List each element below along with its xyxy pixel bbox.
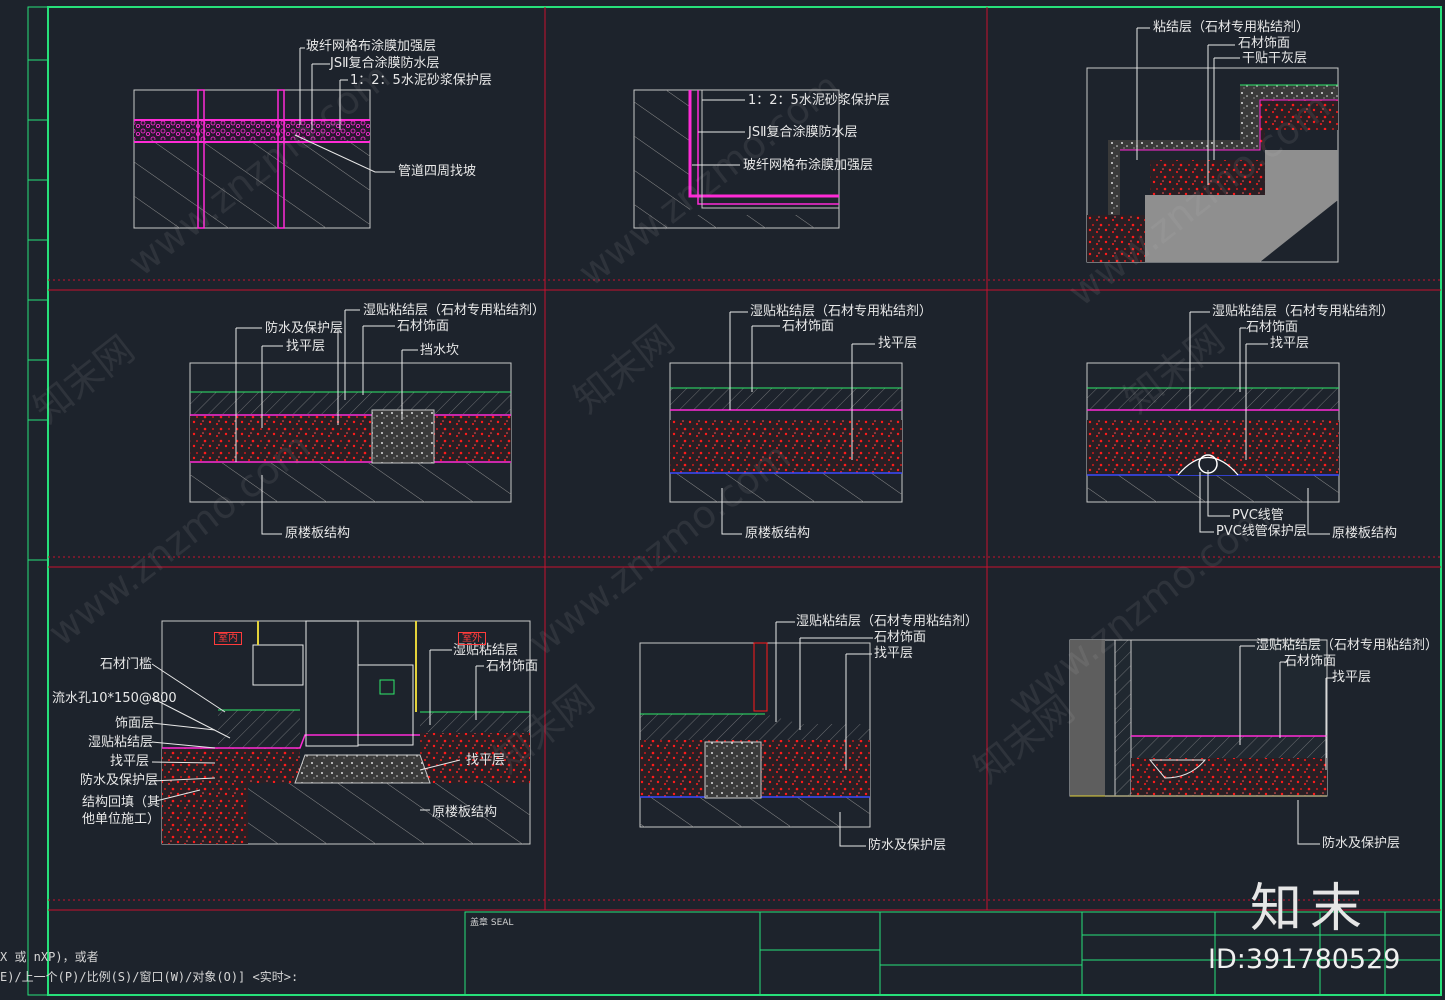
d7-label-12: 原楼板结构 <box>432 805 498 820</box>
d2-label-2: JSⅡ复合涂膜防水层 <box>748 125 858 140</box>
d6-label-2: 石材饰面 <box>1246 320 1299 335</box>
d4-label-3: 防水及保护层 <box>265 321 344 336</box>
d5-label-2: 石材饰面 <box>782 319 835 334</box>
d6-label-6: 原楼板结构 <box>1332 526 1398 541</box>
title-block-seal: 盖章 SEAL <box>470 918 514 928</box>
detail-8-wall-base[interactable] <box>639 642 871 828</box>
d7-label-9: 结构回填（其 <box>82 795 161 810</box>
d7-label-10: 他单位施工） <box>82 812 161 827</box>
d9-label-1: 湿贴粘结层（石材专用粘结剂） <box>1256 638 1439 653</box>
d4-label-5: 挡水坎 <box>420 343 460 358</box>
d7-label-11: 找平层 <box>466 753 506 768</box>
d4-label-1: 湿贴粘结层（石材专用粘结剂） <box>363 303 546 318</box>
d6-label-1: 湿贴粘结层（石材专用粘结剂） <box>1212 304 1395 319</box>
command-line-history: X 或 nXP)，或者 <box>0 950 99 964</box>
d7-label-7: 找平层 <box>110 754 150 769</box>
d7-label-4: 流水孔10*150@800 <box>52 691 177 706</box>
command-line-prompt[interactable]: E)/上一个(P)/比例(S)/窗口(W)/对象(O)] <实时>: <box>0 968 298 985</box>
d6-label-3: 找平层 <box>1270 336 1310 351</box>
d7-label-1: 湿贴粘结层 <box>453 643 519 658</box>
d8-label-4: 防水及保护层 <box>868 838 947 853</box>
d5-label-4: 原楼板结构 <box>745 526 811 541</box>
d2-label-1: 1：2：5水泥砂浆保护层 <box>748 93 890 108</box>
d7-label-3: 石材门槛 <box>100 657 153 672</box>
d5-label-3: 找平层 <box>878 336 918 351</box>
d3-label-1: 粘结层（石材专用粘结剂） <box>1153 20 1310 35</box>
d3-label-2: 石材饰面 <box>1238 36 1291 51</box>
d9-label-4: 防水及保护层 <box>1322 836 1401 851</box>
d7-label-5: 饰面层 <box>115 716 155 731</box>
d8-label-2: 石材饰面 <box>874 630 927 645</box>
d1-label-4: 管道四周找坡 <box>398 164 477 179</box>
d8-label-3: 找平层 <box>874 646 914 661</box>
d9-label-2: 石材饰面 <box>1284 654 1337 669</box>
d7-label-2: 石材饰面 <box>486 659 539 674</box>
d7-tag-outdoor: 室外 <box>458 632 486 645</box>
d4-label-2: 石材饰面 <box>397 319 450 334</box>
d7-tag-indoor: 室内 <box>214 632 242 645</box>
d7-label-8: 防水及保护层 <box>80 773 159 788</box>
d8-label-1: 湿贴粘结层（石材专用粘结剂） <box>796 614 979 629</box>
d9-label-3: 找平层 <box>1332 670 1372 685</box>
d2-label-3: 玻纤网格布涂膜加强层 <box>743 158 874 173</box>
brand-watermark: 知末 <box>1250 879 1371 939</box>
left-margin-ticks <box>28 59 48 561</box>
left-margin-strip <box>27 6 49 996</box>
d4-label-4: 找平层 <box>286 339 326 354</box>
d6-label-4: PVC线管 <box>1232 508 1284 523</box>
d7-label-6: 湿贴粘结层 <box>88 735 154 750</box>
d1-label-3: 1：2：5水泥砂浆保护层 <box>350 73 492 88</box>
image-id-watermark: ID:391780529 <box>1208 944 1401 975</box>
d3-label-3: 干贴干灰层 <box>1242 51 1308 66</box>
d6-label-5: PVC线管保护层 <box>1216 524 1307 539</box>
d4-label-6: 原楼板结构 <box>285 526 351 541</box>
detail-5-floor-stone[interactable] <box>669 362 903 503</box>
d1-label-2: JSⅡ复合涂膜防水层 <box>330 56 440 71</box>
d1-label-1: 玻纤网格布涂膜加强层 <box>306 39 437 54</box>
d5-label-1: 湿贴粘结层（石材专用粘结剂） <box>750 304 933 319</box>
